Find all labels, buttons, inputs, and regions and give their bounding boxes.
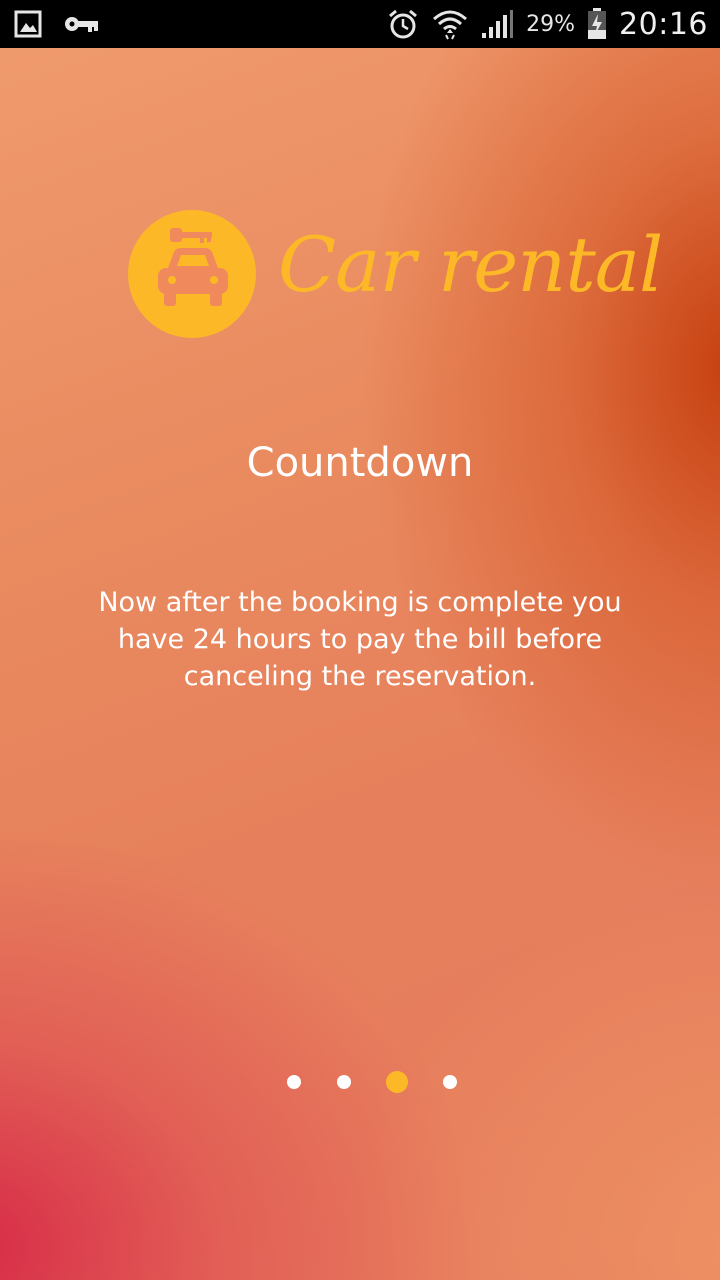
clock: 20:16	[619, 6, 708, 42]
battery-charging-icon	[587, 8, 607, 40]
gallery-icon	[14, 10, 42, 38]
battery-percent: 29%	[526, 11, 576, 37]
page-dot-4[interactable]	[443, 1075, 457, 1089]
wifi-icon	[432, 7, 468, 41]
page-dot-1[interactable]	[287, 1075, 301, 1089]
slide-description: Now after the booking is complete you ha…	[98, 587, 622, 692]
page-dot-3-active[interactable]	[386, 1071, 408, 1093]
alarm-icon	[386, 7, 420, 41]
signal-icon	[480, 9, 514, 39]
logo-text: Car rental	[278, 220, 663, 309]
page-indicator	[0, 1070, 720, 1094]
key-icon	[64, 13, 100, 35]
car-key-icon	[128, 210, 256, 338]
status-bar: 29% 20:16	[0, 0, 720, 48]
onboarding-screen[interactable]: Car rental Countdown Now after the booki…	[0, 48, 720, 1280]
page-dot-2[interactable]	[337, 1075, 351, 1089]
app-logo: Car rental	[128, 210, 663, 340]
slide-title: Countdown	[246, 440, 474, 486]
